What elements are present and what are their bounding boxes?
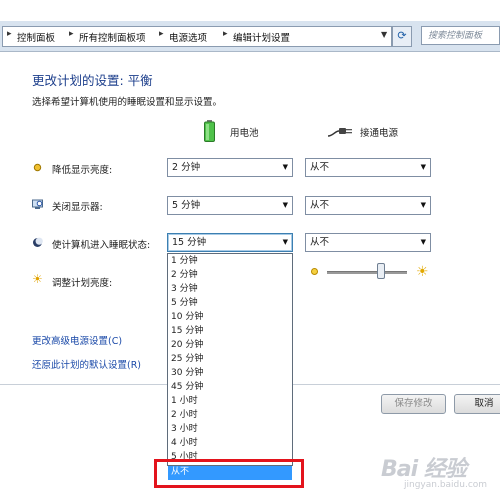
breadcrumb-item[interactable]: 所有控制面板项 (79, 30, 146, 44)
save-button[interactable]: 保存修改 (381, 394, 446, 414)
turn-off-display-label: 关闭显示器: (52, 202, 103, 213)
chevron-down-icon: ▼ (420, 201, 426, 209)
select-value: 5 分钟 (172, 200, 201, 211)
adjust-brightness-label: 调整计划亮度: (52, 278, 113, 289)
dropdown-option[interactable]: 3 小时 (171, 423, 198, 436)
chevron-down-icon: ▼ (282, 238, 288, 246)
dim-display-label: 降低显示亮度: (52, 165, 113, 176)
search-input[interactable]: 搜索控制面板 (421, 26, 500, 45)
turn-off-display-plugged-select[interactable]: 从不 ▼ (305, 196, 431, 215)
chevron-right-icon[interactable]: ▸ (159, 29, 164, 39)
select-value: 15 分钟 (172, 237, 207, 248)
battery-icon (204, 120, 215, 142)
brightness-slider-thumb[interactable] (377, 263, 386, 279)
dropdown-option[interactable]: 30 分钟 (171, 367, 203, 380)
monitor-clock-icon (32, 199, 43, 209)
dropdown-option-selected[interactable]: 从不 (168, 466, 292, 480)
breadcrumb-item[interactable]: 电源选项 (169, 30, 207, 44)
restore-defaults-link[interactable]: 还原此计划的默认设置(R) (32, 357, 141, 371)
breadcrumb[interactable]: ▸ 控制面板 ▸ 所有控制面板项 ▸ 电源选项 ▸ 编辑计划设置 ▼ (2, 26, 392, 47)
dim-brightness-icon (33, 163, 42, 172)
breadcrumb-item[interactable]: 编辑计划设置 (233, 30, 290, 44)
chevron-down-icon: ▼ (420, 163, 426, 171)
dropdown-option[interactable]: 3 分钟 (171, 283, 198, 296)
chevron-right-icon[interactable]: ▸ (223, 29, 228, 39)
watermark: Bai 经验 (381, 457, 467, 482)
dropdown-option[interactable]: 4 小时 (171, 437, 198, 450)
plug-icon (327, 128, 352, 137)
dropdown-option[interactable]: 2 小时 (171, 409, 198, 422)
sleep-battery-select[interactable]: 15 分钟 ▼ (167, 233, 293, 252)
advanced-settings-link[interactable]: 更改高级电源设置(C) (32, 333, 122, 347)
dropdown-option[interactable]: 1 小时 (171, 395, 198, 408)
page-title: 更改计划的设置: 平衡 (32, 73, 153, 88)
chevron-down-icon: ▼ (282, 201, 288, 209)
dropdown-option[interactable]: 10 分钟 (171, 311, 203, 324)
dropdown-option[interactable]: 5 分钟 (171, 297, 198, 310)
battery-column-header: 用电池 (230, 128, 259, 139)
dropdown-option[interactable]: 25 分钟 (171, 353, 203, 366)
moon-icon (33, 237, 43, 247)
watermark-url: jingyan.baidu.com (404, 480, 488, 490)
dim-display-plugged-select[interactable]: 从不 ▼ (305, 158, 431, 177)
sleep-label: 使计算机进入睡眠状态: (52, 240, 151, 251)
sun-icon: ☀ (32, 272, 43, 286)
dropdown-option[interactable]: 45 分钟 (171, 381, 203, 394)
brightness-slider-track[interactable] (327, 271, 407, 274)
dropdown-option[interactable]: 20 分钟 (171, 339, 203, 352)
chevron-down-icon: ▼ (282, 163, 288, 171)
dropdown-option[interactable]: 1 分钟 (171, 255, 198, 268)
sleep-plugged-select[interactable]: 从不 ▼ (305, 233, 431, 252)
address-bar: ▸ 控制面板 ▸ 所有控制面板项 ▸ 电源选项 ▸ 编辑计划设置 ▼ ⟳ 搜索控… (0, 21, 500, 52)
chevron-right-icon[interactable]: ▸ (69, 29, 74, 39)
low-brightness-icon (311, 268, 318, 275)
refresh-icon[interactable]: ⟳ (392, 26, 412, 47)
turn-off-display-battery-select[interactable]: 5 分钟 ▼ (167, 196, 293, 215)
cancel-button[interactable]: 取消 (454, 394, 500, 414)
plugged-column-header: 接通电源 (360, 128, 399, 139)
breadcrumb-item[interactable]: 控制面板 (17, 30, 55, 44)
dropdown-option[interactable]: 2 分钟 (171, 269, 198, 282)
select-value: 从不 (310, 200, 330, 211)
select-value: 从不 (310, 237, 330, 248)
sleep-battery-dropdown-list[interactable]: 1 分钟 2 分钟 3 分钟 5 分钟 10 分钟 15 分钟 20 分钟 25… (167, 253, 293, 466)
page-subtitle: 选择希望计算机使用的睡眠设置和显示设置。 (32, 97, 223, 108)
chevron-right-icon: ▸ (7, 29, 12, 39)
high-brightness-icon: ☀ (416, 264, 429, 280)
dropdown-option[interactable]: 15 分钟 (171, 325, 203, 338)
select-value: 从不 (310, 162, 330, 173)
chevron-down-icon[interactable]: ▼ (381, 30, 387, 39)
select-value: 2 分钟 (172, 162, 201, 173)
dim-display-battery-select[interactable]: 2 分钟 ▼ (167, 158, 293, 177)
chevron-down-icon: ▼ (420, 238, 426, 246)
